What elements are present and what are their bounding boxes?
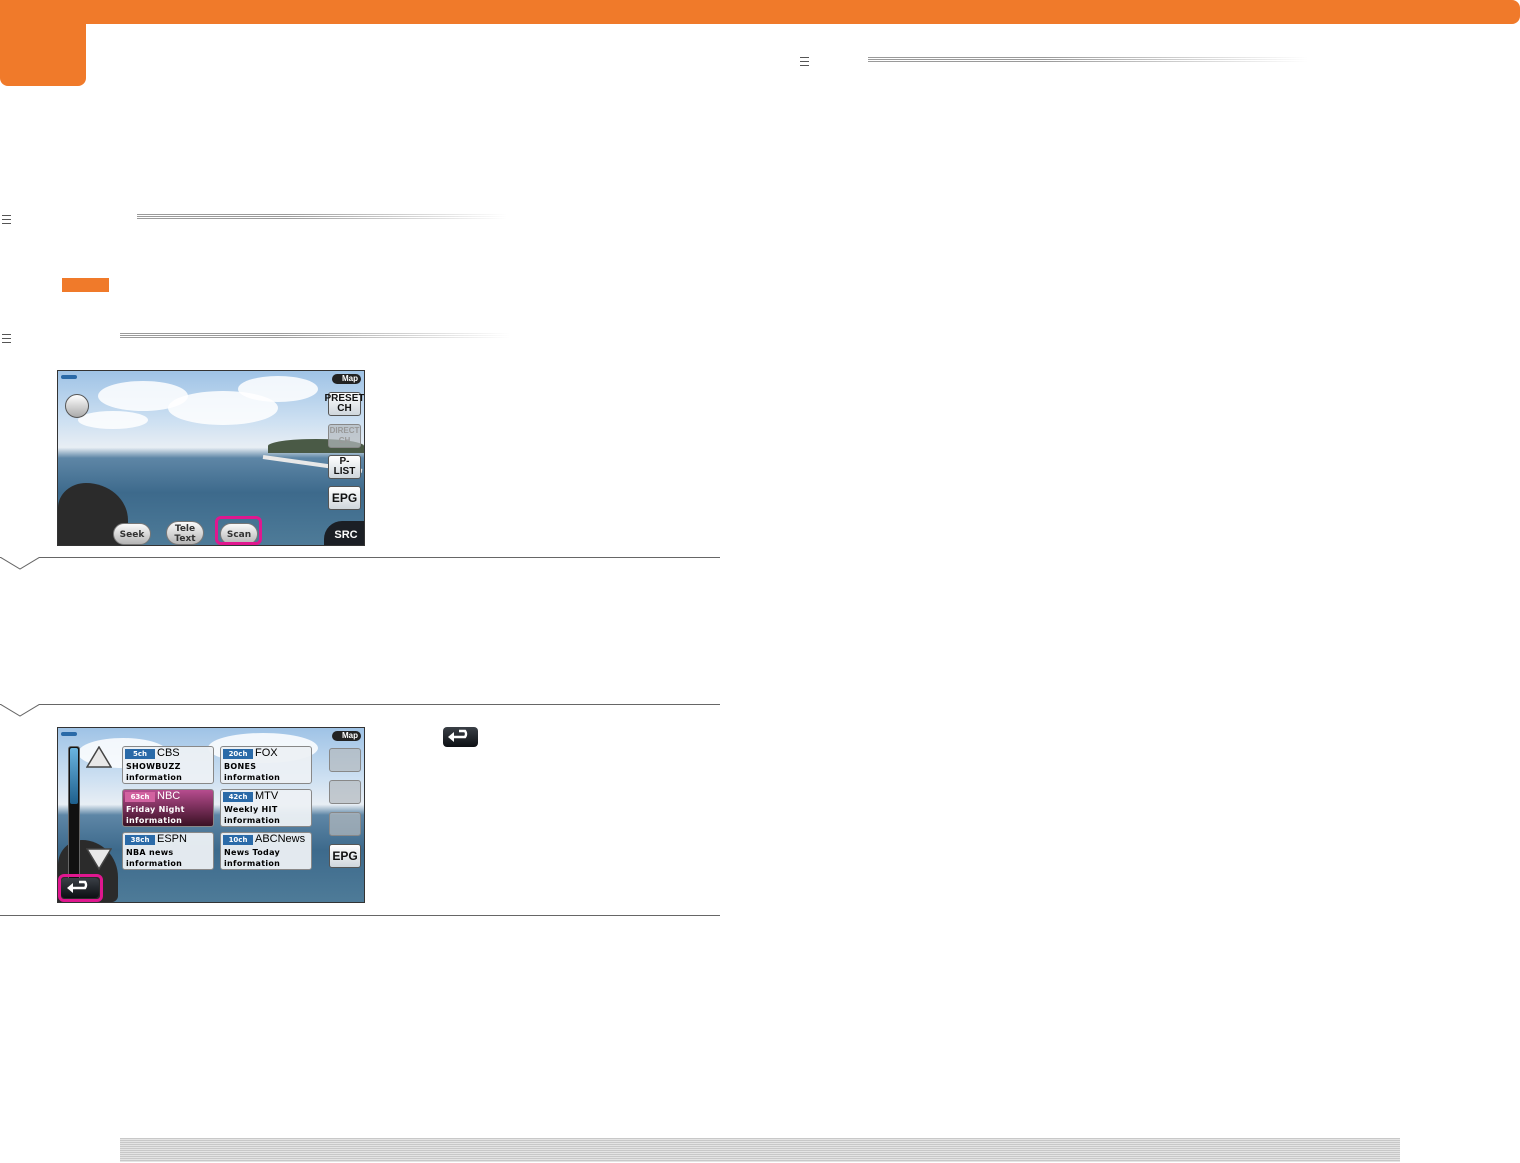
step-chevron-icon [0, 704, 40, 717]
direct-ch-button [329, 780, 361, 804]
back-highlight [58, 874, 103, 902]
epg-button[interactable]: EPG [329, 844, 361, 868]
section-menu-icon [800, 57, 809, 66]
preset-ch-button [329, 748, 361, 772]
program-title: BONES [224, 762, 257, 771]
channel-tile[interactable]: 5ch CBS SHOWBUZZ information [122, 746, 214, 784]
program-title: News Today [224, 848, 281, 857]
channel-number: 10ch [223, 835, 253, 845]
channel-number: 38ch [125, 835, 155, 845]
program-info: information [224, 816, 281, 825]
preset-ch-button[interactable]: PRESET CH [325, 392, 364, 416]
p-list-button[interactable]: P-LIST [328, 455, 361, 479]
p-list-button [329, 812, 361, 836]
program-info: information [126, 816, 183, 825]
section-menu-icon [2, 334, 11, 343]
channel-scan-screenshot: Map 5ch CBS SHOWBUZZ information 20ch FOX BONE… [57, 727, 365, 903]
program-info: information [224, 773, 281, 782]
down-arrow-icon[interactable] [86, 848, 112, 870]
section-menu-icon [2, 215, 11, 224]
section-rule [120, 333, 510, 338]
program-info: information [126, 859, 183, 868]
direct-ch-button: DIRECT CH [328, 424, 361, 448]
channel-number: 5ch [125, 749, 155, 759]
channel-tile[interactable]: 38ch ESPN NBA news information [122, 832, 214, 870]
chapter-tab [0, 0, 86, 86]
src-button[interactable]: SRC [324, 521, 364, 545]
channel-tile[interactable]: 42ch MTV Weekly HIT information [220, 789, 312, 827]
dtv-main-screenshot: Map PRESET CH DIRECT CH P-LIST EPG Seek … [57, 370, 365, 546]
program-info: information [224, 859, 281, 868]
channel-tile[interactable]: 63ch NBC Friday Night information [122, 789, 214, 827]
channel-number: 42ch [223, 792, 253, 802]
scroll-bar[interactable] [68, 746, 80, 886]
section-rule [137, 214, 507, 219]
seek-button[interactable]: Seek [113, 523, 151, 545]
program-title: SHOWBUZZ [126, 762, 181, 771]
channel-tile[interactable]: 20ch FOX BONES information [220, 746, 312, 784]
scan-highlight [215, 516, 262, 545]
channel-name: NBC [157, 790, 181, 802]
section-divider [0, 915, 720, 916]
channel-name: CBS [157, 747, 180, 759]
program-title: NBA news [126, 848, 174, 857]
section-rule [868, 57, 1308, 62]
program-info: information [126, 773, 183, 782]
audio-icon[interactable] [65, 394, 89, 418]
step-divider [0, 704, 720, 705]
status-indicator [61, 375, 77, 379]
note-badge [62, 278, 109, 292]
step-divider [0, 557, 720, 558]
step-chevron-icon [0, 557, 40, 570]
scroll-thumb[interactable] [70, 748, 78, 804]
channel-name: MTV [255, 790, 279, 802]
channel-number: 63ch [125, 792, 155, 802]
status-indicator [61, 732, 77, 736]
up-arrow-icon[interactable] [86, 746, 112, 768]
program-title: Weekly HIT [224, 805, 278, 814]
channel-number: 20ch [223, 749, 253, 759]
back-arrow-icon [443, 727, 478, 747]
map-button[interactable]: Map [332, 731, 361, 741]
map-button[interactable]: Map [332, 374, 361, 384]
teletext-button[interactable]: Tele Text [166, 521, 204, 545]
program-title: Friday Night [126, 805, 185, 814]
footer-bar [120, 1138, 1400, 1162]
channel-name: FOX [255, 747, 278, 759]
channel-name: ABCNews [255, 833, 306, 845]
header-bar [0, 0, 1520, 24]
epg-button[interactable]: EPG [328, 486, 361, 510]
channel-tile[interactable]: 10ch ABCNews News Today information [220, 832, 312, 870]
channel-name: ESPN [157, 833, 187, 845]
